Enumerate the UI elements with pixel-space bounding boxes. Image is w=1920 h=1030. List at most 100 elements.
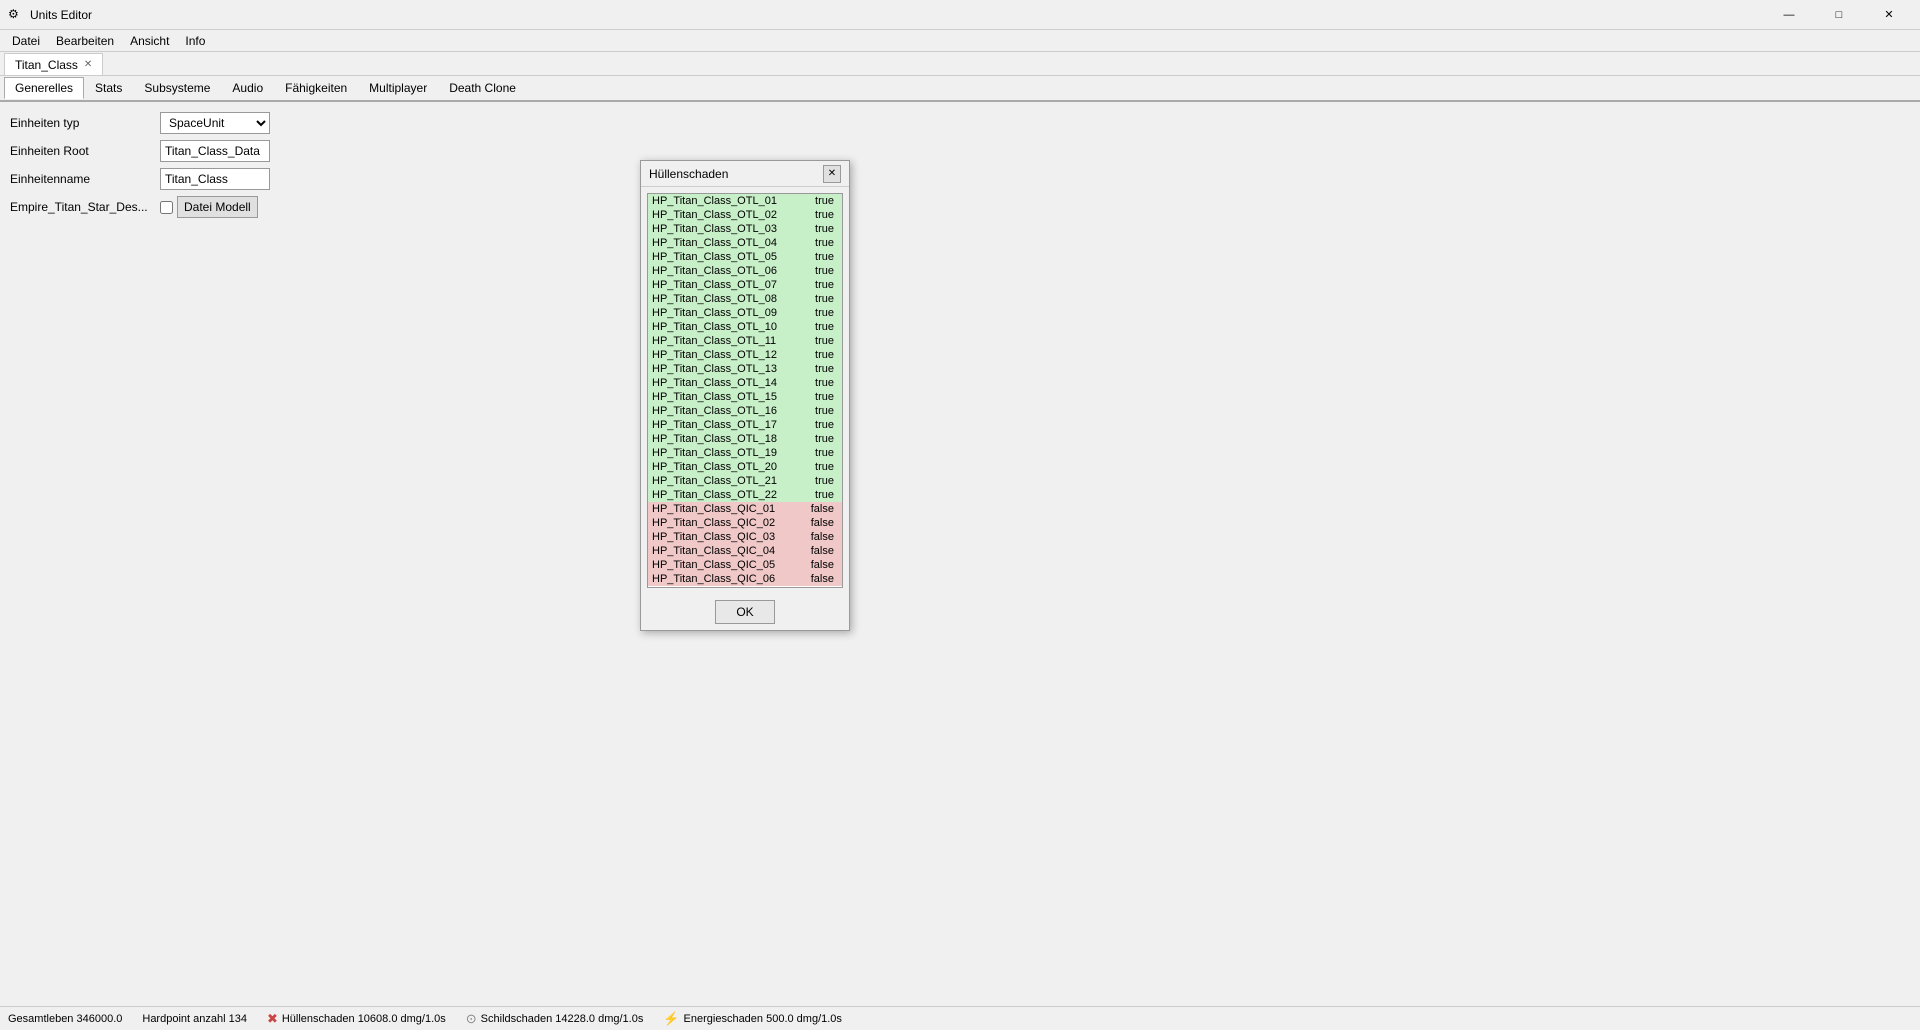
dialog-ok-container: OK bbox=[641, 594, 849, 630]
list-item-name: HP_Titan_Class_OTL_02 bbox=[652, 209, 777, 221]
doc-tab-titan-class[interactable]: Titan_Class ✕ bbox=[4, 53, 103, 75]
menu-datei[interactable]: Datei bbox=[4, 32, 48, 50]
list-item[interactable]: HP_Titan_Class_QIC_05false bbox=[648, 558, 842, 572]
list-item-name: HP_Titan_Class_OTL_03 bbox=[652, 223, 777, 235]
list-item-value: false bbox=[811, 517, 834, 529]
list-item[interactable]: HP_Titan_Class_QIC_06 false bbox=[648, 572, 842, 586]
menu-info[interactable]: Info bbox=[177, 32, 213, 50]
dialog-list[interactable]: HP_Titan_Class_OTL_01trueHP_Titan_Class_… bbox=[648, 194, 842, 587]
list-item[interactable]: HP_Titan_Class_OTL_17true bbox=[648, 418, 842, 432]
title-text: Units Editor bbox=[30, 8, 1766, 22]
tab-generelles[interactable]: Generelles bbox=[4, 77, 84, 99]
hullenschaden-dialog: Hüllenschaden ✕ HP_Titan_Class_OTL_01tru… bbox=[640, 160, 850, 631]
einheitenname-row: Einheitenname bbox=[10, 168, 1910, 190]
list-item[interactable]: HP_Titan_Class_QIC_01false bbox=[648, 502, 842, 516]
tab-faehigkeiten[interactable]: Fähigkeiten bbox=[274, 77, 358, 99]
list-item[interactable]: HP_Titan_Class_OTL_07true bbox=[648, 278, 842, 292]
list-item-value: true bbox=[815, 377, 834, 389]
list-item-name: HP_Titan_Class_OTL_05 bbox=[652, 251, 777, 263]
doc-tab-close[interactable]: ✕ bbox=[84, 59, 92, 70]
list-item-value: true bbox=[815, 461, 834, 473]
datei-modell-button[interactable]: Datei Modell bbox=[177, 196, 258, 218]
list-item-name: HP_Titan_Class_QIC_06 bbox=[652, 573, 775, 585]
list-item-value: true bbox=[815, 195, 834, 207]
tab-multiplayer[interactable]: Multiplayer bbox=[358, 77, 438, 99]
einheiten-typ-select[interactable]: SpaceUnit bbox=[160, 112, 270, 134]
empire-titan-checkbox[interactable] bbox=[160, 201, 173, 214]
minimize-button[interactable]: — bbox=[1766, 0, 1812, 30]
list-item-value: false bbox=[811, 531, 834, 543]
einheitenname-input[interactable] bbox=[160, 168, 270, 190]
schildschaden-icon: ⊙ bbox=[466, 1011, 477, 1027]
menu-bearbeiten[interactable]: Bearbeiten bbox=[48, 32, 122, 50]
list-item-name: HP_Titan_Class_QIC_05 bbox=[652, 559, 775, 571]
tab-audio[interactable]: Audio bbox=[221, 77, 274, 99]
list-item[interactable]: HP_Titan_Class_OTL_04true bbox=[648, 236, 842, 250]
list-item[interactable]: HP_Titan_Class_OTL_22true bbox=[648, 488, 842, 502]
empire-titan-row: Empire_Titan_Star_Des... Datei Modell bbox=[10, 196, 1910, 218]
list-item-name: HP_Titan_Class_QIC_01 bbox=[652, 503, 775, 515]
list-item-name: HP_Titan_Class_OTL_12 bbox=[652, 349, 777, 361]
einheiten-root-input[interactable] bbox=[160, 140, 270, 162]
list-item[interactable]: HP_Titan_Class_OTL_06true bbox=[648, 264, 842, 278]
energieschaden-icon: ⚡ bbox=[663, 1011, 679, 1027]
list-item[interactable]: HP_Titan_Class_OTL_02true bbox=[648, 208, 842, 222]
tab-subsysteme[interactable]: Subsysteme bbox=[133, 77, 221, 99]
list-item[interactable]: HP_Titan_Class_QIC_02false bbox=[648, 516, 842, 530]
list-item[interactable]: HP_Titan_Class_OTL_09 true bbox=[648, 306, 842, 320]
list-item[interactable]: HP_Titan_Class_OTL_12true bbox=[648, 348, 842, 362]
tab-stats[interactable]: Stats bbox=[84, 77, 133, 99]
status-hullenschaden: ✖ Hüllenschaden 10608.0 dmg/1.0s bbox=[267, 1011, 446, 1027]
list-item-value: true bbox=[815, 405, 834, 417]
maximize-button[interactable]: □ bbox=[1816, 0, 1862, 30]
list-item[interactable]: HP_Titan_Class_OTL_21true bbox=[648, 474, 842, 488]
list-item-name: HP_Titan_Class_OTL_07 bbox=[652, 279, 777, 291]
list-item-name: HP_Titan_Class_OTL_10 bbox=[652, 321, 777, 333]
app-icon: ⚙ bbox=[8, 7, 24, 23]
status-energieschaden: ⚡ Energieschaden 500.0 dmg/1.0s bbox=[663, 1011, 842, 1027]
status-bar: Gesamtleben 346000.0 Hardpoint anzahl 13… bbox=[0, 1006, 1920, 1030]
list-item[interactable]: HP_Titan_Class_OTL_16 true bbox=[648, 404, 842, 418]
list-item[interactable]: HP_Titan_Class_OTL_03 true bbox=[648, 222, 842, 236]
list-item[interactable]: HP_Titan_Class_OTL_20true bbox=[648, 460, 842, 474]
list-item-name: HP_Titan_Class_OTL_15 bbox=[652, 391, 777, 403]
list-item-name: HP_Titan_Class_OTL_14 bbox=[652, 377, 777, 389]
list-item-name: HP_Titan_Class_OTL_21 bbox=[652, 475, 777, 487]
einheiten-root-label: Einheiten Root bbox=[10, 144, 160, 158]
list-item[interactable]: HP_Titan_Class_OTL_13true bbox=[648, 362, 842, 376]
list-item-value: true bbox=[815, 335, 834, 347]
list-item[interactable]: HP_Titan_Class_OTL_10true bbox=[648, 320, 842, 334]
list-item-value: true bbox=[815, 307, 834, 319]
list-item[interactable]: HP_Titan_Class_OTL_05true bbox=[648, 250, 842, 264]
list-item[interactable]: HP_Titan_Class_QIC_03 false bbox=[648, 530, 842, 544]
status-schildschaden: ⊙ Schildschaden 14228.0 dmg/1.0s bbox=[466, 1011, 644, 1027]
hullenschaden-icon: ✖ bbox=[267, 1011, 278, 1027]
list-item[interactable]: HP_Titan_Class_OTL_18true bbox=[648, 432, 842, 446]
list-item[interactable]: HP_Titan_Class_OTL_08true bbox=[648, 292, 842, 306]
list-item-value: false bbox=[811, 545, 834, 557]
list-item-name: HP_Titan_Class_QIC_03 bbox=[652, 531, 775, 543]
list-item[interactable]: HP_Titan_Class_OTL_14 true bbox=[648, 376, 842, 390]
list-item-value: true bbox=[815, 433, 834, 445]
list-item-value: true bbox=[815, 419, 834, 431]
einheiten-typ-label: Einheiten typ bbox=[10, 116, 160, 130]
list-item-name: HP_Titan_Class_OTL_16 bbox=[652, 405, 777, 417]
close-button[interactable]: ✕ bbox=[1866, 0, 1912, 30]
list-item[interactable]: HP_Titan_Class_OTL_19true bbox=[648, 446, 842, 460]
window-controls: — □ ✕ bbox=[1766, 0, 1912, 30]
einheiten-typ-row: Einheiten typ SpaceUnit bbox=[10, 112, 1910, 134]
dialog-close-button[interactable]: ✕ bbox=[823, 165, 841, 183]
list-item-name: HP_Titan_Class_OTL_09 bbox=[652, 307, 777, 319]
list-item[interactable]: HP_Titan_Class_OTL_11true bbox=[648, 334, 842, 348]
list-item-value: false bbox=[811, 573, 834, 585]
list-item[interactable]: HP_Titan_Class_QIC_04 false bbox=[648, 544, 842, 558]
menu-ansicht[interactable]: Ansicht bbox=[122, 32, 177, 50]
list-item-name: HP_Titan_Class_QIC_04 bbox=[652, 545, 775, 557]
list-item-name: HP_Titan_Class_OTL_08 bbox=[652, 293, 777, 305]
dialog-ok-button[interactable]: OK bbox=[715, 600, 775, 624]
energieschaden-text: Energieschaden 500.0 dmg/1.0s bbox=[684, 1013, 842, 1025]
tab-death-clone[interactable]: Death Clone bbox=[438, 77, 527, 99]
list-item-value: true bbox=[815, 223, 834, 235]
list-item[interactable]: HP_Titan_Class_OTL_01true bbox=[648, 194, 842, 208]
list-item[interactable]: HP_Titan_Class_OTL_15true bbox=[648, 390, 842, 404]
